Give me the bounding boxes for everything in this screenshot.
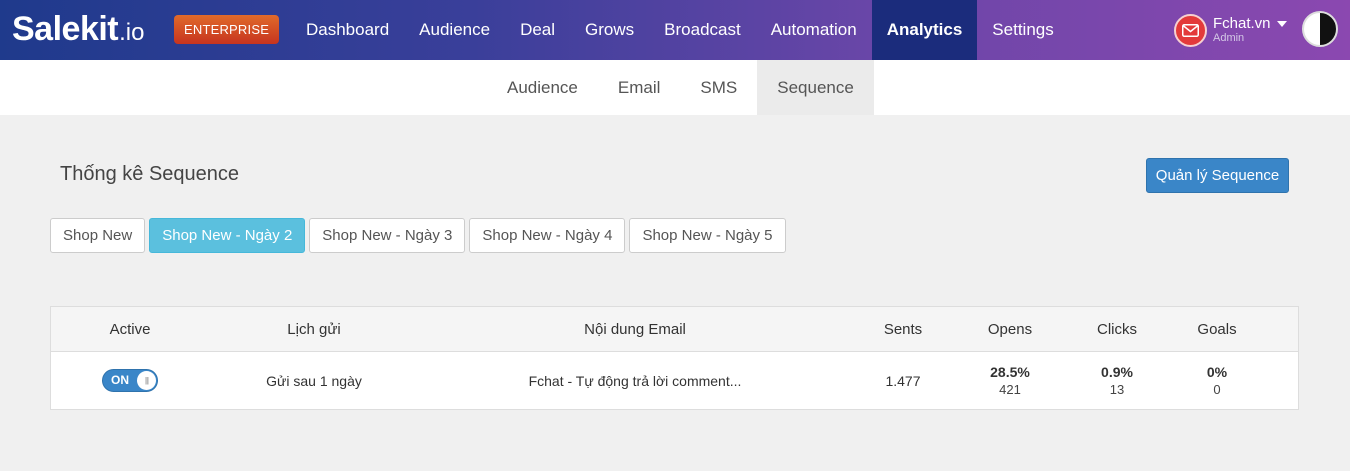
clicks-count: 13 [1109,382,1125,397]
sequence-tab-day-4[interactable]: Shop New - Ngày 4 [469,218,626,253]
tab-sms[interactable]: SMS [680,60,757,115]
header-schedule: Lịch gửi [287,320,341,338]
enterprise-badge: ENTERPRISE [174,15,280,44]
user-role: Admin [1213,32,1245,44]
avatar[interactable] [1302,11,1338,47]
header-content: Nội dung Email [584,320,686,338]
salekit-logo[interactable]: Salekit .io [12,10,144,50]
opens-count: 421 [999,382,1021,397]
active-toggle[interactable]: ON ||| [102,369,158,392]
sequence-tab-day-2[interactable]: Shop New - Ngày 2 [149,218,306,253]
tab-audience[interactable]: Audience [487,60,598,115]
content-cell[interactable]: Fchat - Tự động trả lời comment... [419,352,851,409]
nav-deal[interactable]: Deal [505,0,570,60]
header-goals: Goals [1197,320,1237,338]
sequence-tab-shop-new[interactable]: Shop New [50,218,146,253]
sub-navbar: Audience Email SMS Sequence [0,60,1350,115]
mail-icon [1174,13,1207,47]
opens-percent: 28.5% [990,364,1030,380]
tab-sequence[interactable]: Sequence [757,60,874,115]
user-info: Fchat.vn Admin [1213,16,1271,44]
table-header: Active Lịch gửi Nội dung Email Sents Ope… [51,307,1298,352]
nav-analytics[interactable]: Analytics [871,0,978,60]
header-active: Active [109,320,151,338]
nav-grows[interactable]: Grows [570,0,649,60]
sents-cell: 1.477 [885,372,921,389]
nav-dashboard[interactable]: Dashboard [291,0,404,60]
clicks-cell: 0.9% 13 [1065,352,1169,409]
toggle-label: ON [111,373,129,387]
tab-email[interactable]: Email [598,60,681,115]
subnav-items: Audience Email SMS Sequence [487,60,874,115]
sequence-tab-day-5[interactable]: Shop New - Ngày 5 [629,218,786,253]
user-menu[interactable]: Fchat.vn Admin [1174,11,1287,49]
sequence-tabs: Shop New Shop New - Ngày 2 Shop New - Ng… [50,218,786,253]
header-clicks: Clicks [1097,320,1137,338]
header-sents: Sents [883,320,923,338]
page-title: Thống kê Sequence [60,163,240,185]
manage-sequence-button[interactable]: Quản lý Sequence [1146,158,1289,193]
logo-name: Salekit [12,10,119,48]
table-row: ON ||| Gửi sau 1 ngày Fchat - Tự động tr… [51,352,1298,409]
main-nav: Dashboard Audience Deal Grows Broadcast … [291,0,1069,60]
goals-cell: 0% 0 [1169,352,1265,409]
sequence-stats-table: Active Lịch gửi Nội dung Email Sents Ope… [50,306,1299,410]
header-opens: Opens [987,320,1033,338]
goals-count: 0 [1213,382,1221,397]
chevron-down-icon[interactable] [1276,21,1287,27]
schedule-cell: Gửi sau 1 ngày [266,372,362,389]
clicks-percent: 0.9% [1101,364,1133,380]
goals-percent: 0% [1206,364,1228,380]
logo-suffix: .io [119,19,145,46]
toggle-knob-icon: ||| [137,371,156,390]
opens-cell: 28.5% 421 [955,352,1065,409]
nav-automation[interactable]: Automation [756,0,872,60]
nav-broadcast[interactable]: Broadcast [649,0,756,60]
user-name: Fchat.vn [1213,15,1271,32]
active-cell: ON ||| [51,352,209,409]
top-navbar: Salekit .io ENTERPRISE Dashboard Audienc… [0,0,1350,60]
sequence-tab-day-3[interactable]: Shop New - Ngày 3 [309,218,466,253]
nav-audience[interactable]: Audience [404,0,505,60]
nav-settings[interactable]: Settings [977,0,1068,60]
